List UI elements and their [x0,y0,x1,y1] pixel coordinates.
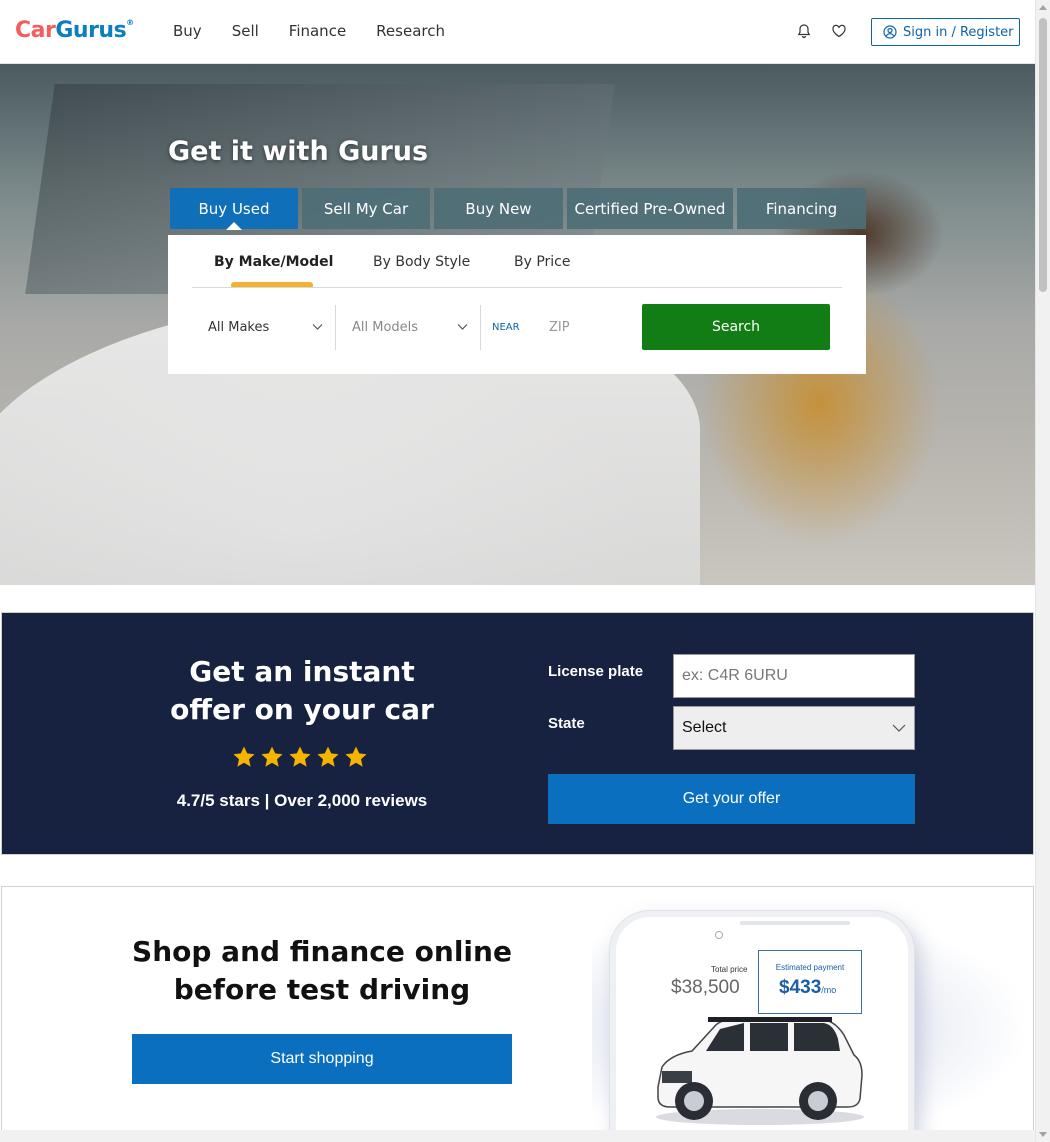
tab-buy-used-label: Buy Used [198,199,270,218]
model-select-value: All Models [352,320,419,335]
hero-title: Get it with Gurus [168,136,429,167]
search-button[interactable]: Search [642,304,830,350]
main-nav: Buy Sell Finance Research [173,22,475,40]
active-subtab-indicator [231,282,313,287]
phone-mockup-image: Total price $38,500 Estimated payment $4… [610,911,914,1130]
shop-finance-section: Shop and finance online before test driv… [1,886,1034,1131]
scroll-up-arrow-icon[interactable] [1039,5,1047,10]
zip-input[interactable]: ZIP [549,305,629,350]
phone-speaker [740,921,850,925]
star-icon [261,746,283,767]
tab-sell-my-car-label: Sell My Car [323,199,409,218]
phone-camera-icon [715,931,723,939]
chevron-down-icon [892,724,906,732]
suv-car-icon [656,1017,864,1125]
hero-tabs: Buy Used Sell My Car Buy New Certified P… [170,188,870,230]
tab-buy-used[interactable]: Buy Used [170,188,298,230]
chevron-down-icon [312,324,323,330]
make-select-value: All Makes [208,320,270,335]
chevron-down-icon [457,324,468,330]
tab-buy-new-label: Buy New [465,199,532,218]
star-icon [345,746,367,767]
estimated-payment-amount: $433 [779,977,822,998]
vertical-scrollbar[interactable] [1035,0,1050,1142]
license-plate-input[interactable]: ex: C4R 6URU [673,654,915,698]
tab-financing[interactable]: Financing [737,188,866,229]
license-plate-label: License plate [548,663,644,680]
star-rating [232,745,368,769]
horizontal-scrollbar[interactable] [0,1130,1035,1142]
subtab-by-make-model[interactable]: By Make/Model [214,254,333,270]
near-text: NEAR [492,322,520,333]
get-your-offer-button[interactable]: Get your offer [548,774,915,824]
bell-icon[interactable] [796,23,812,39]
reviews-summary: 4.7/5 stars | Over 2,000 reviews [176,791,428,810]
heart-icon[interactable] [831,23,847,39]
nav-research[interactable]: Research [376,22,445,40]
site-header: CarGurus® Buy Sell Finance Research Sign… [0,0,1035,64]
estimated-payment-value: $433/mo [779,977,836,999]
state-label: State [548,715,585,732]
scroll-down-arrow-icon[interactable] [1039,1132,1047,1137]
state-select[interactable]: Select [673,706,915,750]
user-icon [883,25,897,39]
star-icon [233,746,255,767]
page: CarGurus® Buy Sell Finance Research Sign… [0,0,1035,1142]
scrollbar-thumb[interactable] [1039,18,1047,292]
search-subtabs: By Make/Model By Body Style By Price [192,235,842,288]
nav-finance[interactable]: Finance [289,22,346,40]
zip-placeholder: ZIP [549,320,570,335]
estimated-payment-label: Estimated payment [775,963,845,972]
nav-sell[interactable]: Sell [232,22,259,40]
start-shopping-button[interactable]: Start shopping [132,1034,512,1084]
total-price-label: Total price [711,965,748,974]
logo-car-text: Car [15,18,56,43]
estimated-payment-unit: /mo [821,985,837,995]
tab-cpo-label: Certified Pre-Owned [574,199,726,218]
star-icon [317,746,339,767]
shop-title: Shop and finance online before test driv… [132,935,512,1006]
offer-title: Get an instant offer on your car [170,655,434,726]
star-icon [289,746,311,767]
cargurus-logo[interactable]: CarGurus® [15,18,134,43]
license-plate-placeholder: ex: C4R 6URU [682,667,788,684]
instant-offer-section: Get an instant offer on your car 4.7/5 s… [1,612,1034,855]
logo-gurus-text: Gurus [55,18,127,43]
total-price-value: $38,500 [671,977,740,998]
search-card: By Make/Model By Body Style By Price All… [168,235,866,374]
tab-financing-label: Financing [765,199,838,218]
sign-in-label: Sign in / Register [903,24,1014,40]
model-select[interactable]: All Models [336,305,481,350]
tab-certified-pre-owned[interactable]: Certified Pre-Owned [567,188,733,229]
get-your-offer-label: Get your offer [682,790,781,807]
start-shopping-label: Start shopping [270,1050,374,1067]
subtab-by-price[interactable]: By Price [514,254,571,270]
make-select[interactable]: All Makes [192,305,336,350]
search-button-label: Search [711,319,761,335]
active-tab-notch [226,222,242,230]
hero-banner: Get it with Gurus Buy Used Sell My Car B… [0,64,1035,585]
tab-sell-my-car[interactable]: Sell My Car [302,188,430,229]
logo-reg-mark: ® [126,18,134,27]
nav-buy[interactable]: Buy [173,22,202,40]
state-select-value: Select [682,719,727,736]
sign-in-register-button[interactable]: Sign in / Register [871,18,1020,46]
estimated-payment-box: Estimated payment $433/mo [758,950,862,1014]
subtab-by-body-style[interactable]: By Body Style [373,254,470,270]
near-label: NEAR [492,305,532,350]
tab-buy-new[interactable]: Buy New [434,188,563,229]
